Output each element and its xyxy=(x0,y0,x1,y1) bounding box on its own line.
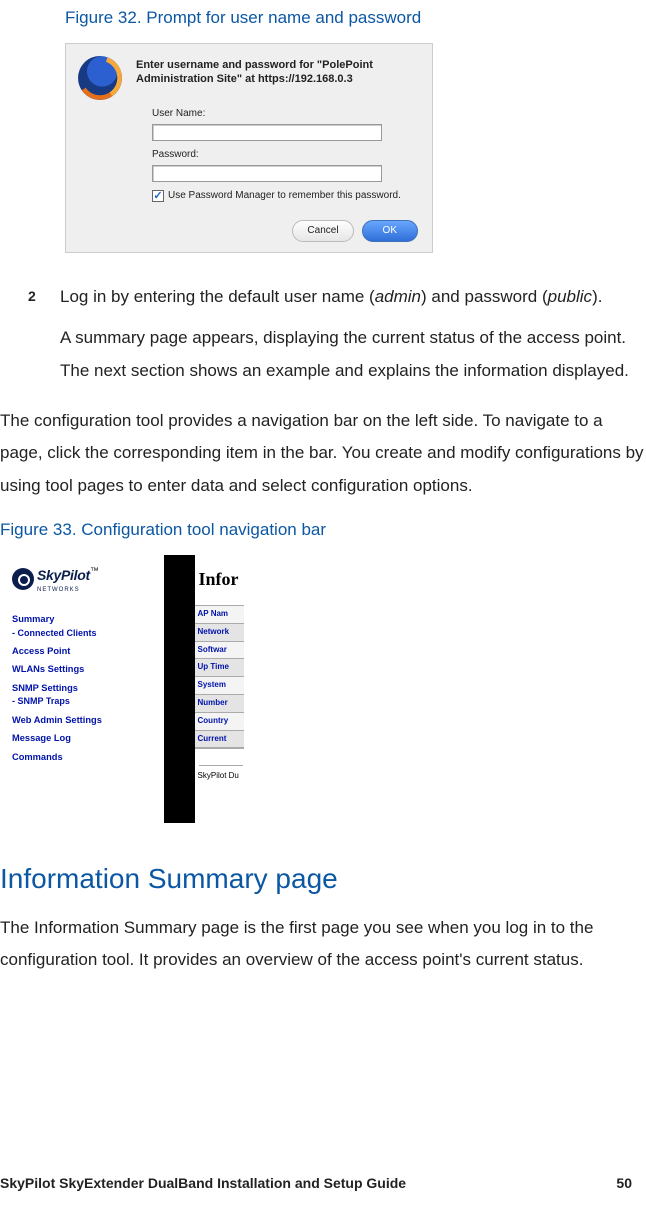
ok-button[interactable]: OK xyxy=(362,220,418,242)
step-followup: A summary page appears, displaying the c… xyxy=(60,322,646,387)
nav-snmp[interactable]: SNMP Settings xyxy=(12,682,160,695)
row-system: System xyxy=(195,677,244,695)
skypilot-logo: SkyPilot™ NETWORKS xyxy=(8,555,164,603)
footer-cropped: SkyPilot Du xyxy=(195,766,244,787)
row-uptime: Up Time xyxy=(195,659,244,677)
username-input[interactable] xyxy=(152,124,382,141)
nav-connected-clients[interactable]: - Connected Clients xyxy=(12,627,160,639)
username-label: User Name: xyxy=(152,106,420,122)
nav-summary[interactable]: Summary xyxy=(12,613,160,626)
page-number: 50 xyxy=(616,1172,632,1194)
row-network: Network xyxy=(195,624,244,642)
password-label: Password: xyxy=(152,147,420,163)
row-current: Current xyxy=(195,731,244,749)
nav-access-point[interactable]: Access Point xyxy=(12,645,160,658)
figure-32-caption: Figure 32. Prompt for user name and pass… xyxy=(65,4,646,31)
step-number: 2 xyxy=(28,285,60,307)
step-instruction: Log in by entering the default user name… xyxy=(60,283,602,310)
row-number: Number xyxy=(195,695,244,713)
figure-33-caption: Figure 33. Configuration tool navigation… xyxy=(0,516,646,543)
cancel-button[interactable]: Cancel xyxy=(292,220,353,242)
nav-description: The configuration tool provides a naviga… xyxy=(0,405,646,502)
nav-commands[interactable]: Commands xyxy=(12,751,160,764)
row-ap-name: AP Nam xyxy=(195,606,244,624)
footer-title: SkyPilot SkyExtender DualBand Installati… xyxy=(0,1172,406,1194)
nav-message-log[interactable]: Message Log xyxy=(12,732,160,745)
nav-snmp-traps[interactable]: - SNMP Traps xyxy=(12,695,160,707)
info-summary-paragraph: The Information Summary page is the firs… xyxy=(0,912,646,977)
logo-pin-icon xyxy=(12,568,34,590)
remember-checkbox[interactable]: ✓ xyxy=(152,190,164,202)
section-heading: Information Summary page xyxy=(0,857,646,902)
row-country: Country xyxy=(195,713,244,731)
nav-wlans[interactable]: WLANs Settings xyxy=(12,663,160,676)
remember-label: Use Password Manager to remember this pa… xyxy=(168,188,401,204)
content-title-cropped: Infor xyxy=(195,555,244,603)
nav-web-admin[interactable]: Web Admin Settings xyxy=(12,714,160,727)
password-input[interactable] xyxy=(152,165,382,182)
row-software: Softwar xyxy=(195,642,244,660)
info-table-cropped: AP Nam Network Softwar Up Time System Nu… xyxy=(195,605,244,749)
auth-dialog: Enter username and password for "PolePoi… xyxy=(65,43,433,253)
nav-bar-figure: SkyPilot™ NETWORKS Summary - Connected C… xyxy=(8,555,244,823)
firefox-icon xyxy=(78,56,122,100)
black-divider xyxy=(164,555,194,823)
dialog-message: Enter username and password for "PolePoi… xyxy=(136,58,422,87)
